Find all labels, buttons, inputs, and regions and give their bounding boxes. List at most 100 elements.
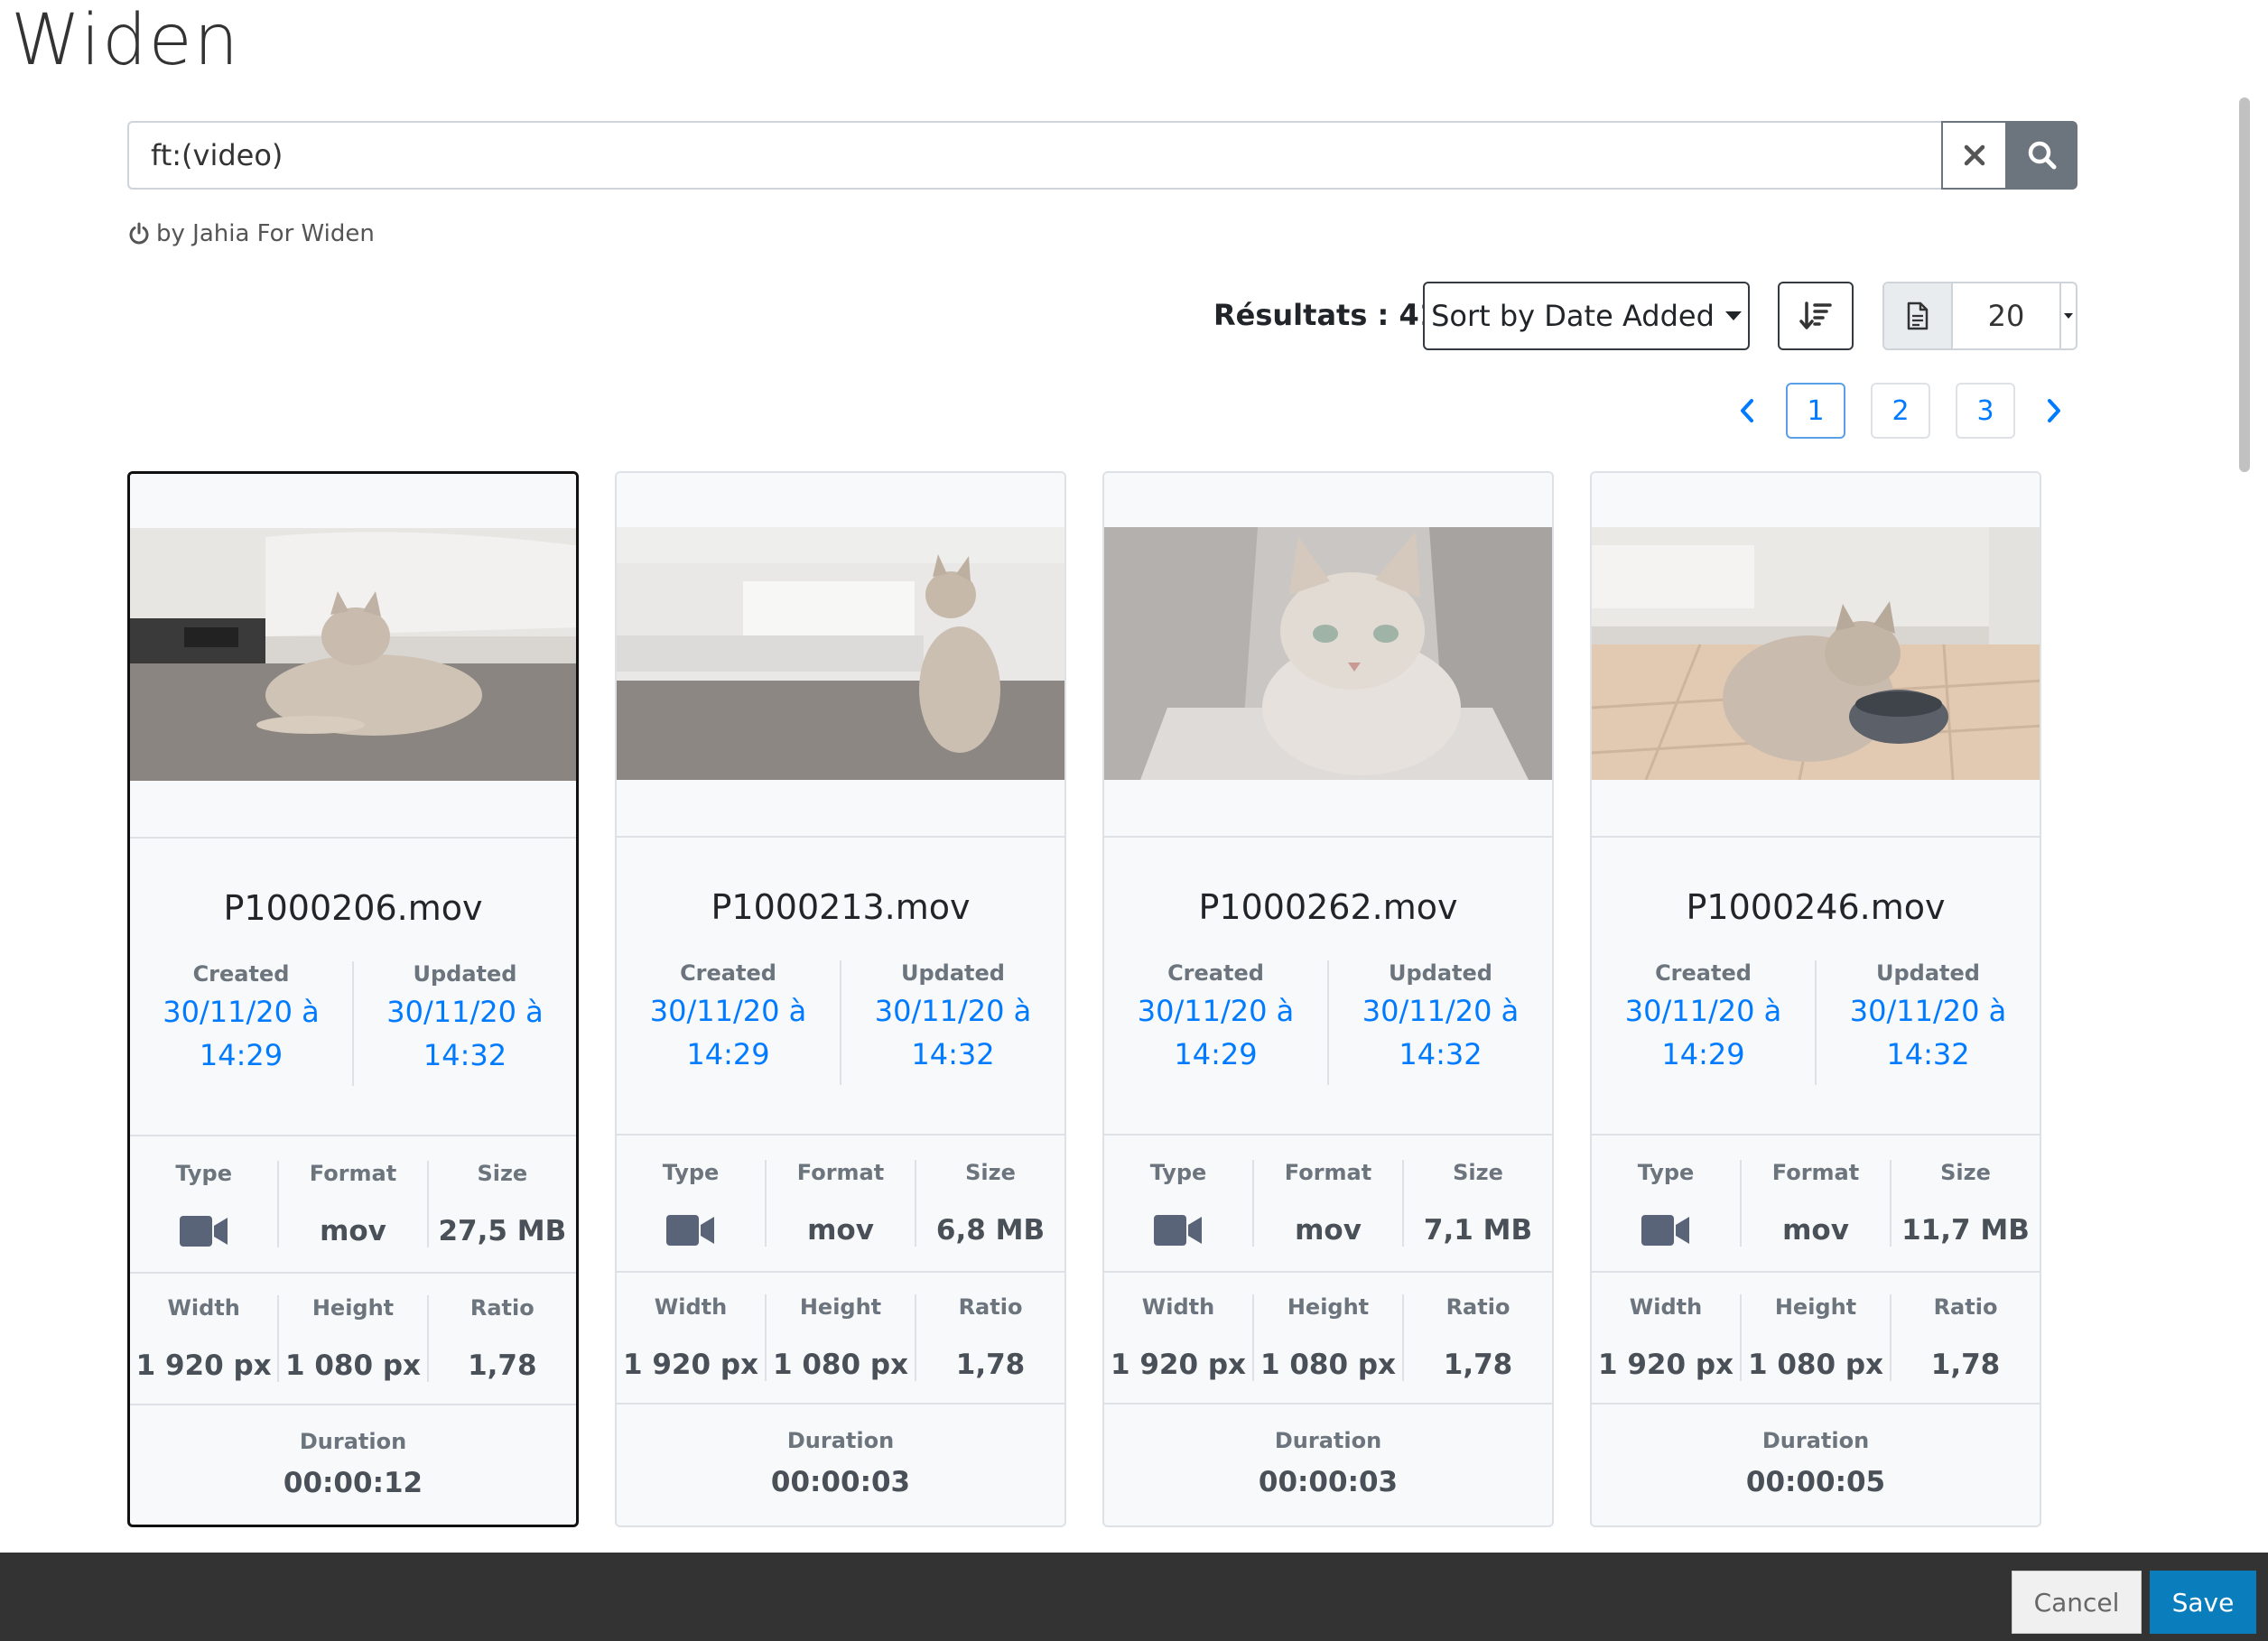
width-col: Width 1 920 px xyxy=(617,1294,765,1381)
format-col: Format mov xyxy=(1252,1160,1402,1247)
search-button[interactable] xyxy=(2007,121,2077,190)
updated-date: 30/11/20 à xyxy=(386,995,544,1029)
duration-section: Duration 00:00:03 xyxy=(1104,1405,1552,1522)
created-value: 30/11/20 à 14:29 xyxy=(617,989,840,1076)
save-button[interactable]: Save xyxy=(2150,1571,2256,1634)
asset-card-3[interactable]: P1000262.mov Created 30/11/20 à 14:29 Up… xyxy=(1102,471,1554,1527)
height-col: Height 1 080 px xyxy=(1740,1294,1890,1381)
power-icon xyxy=(129,222,149,245)
updated-label: Updated xyxy=(413,961,517,987)
asset-card-2[interactable]: P1000213.mov Created 30/11/20 à 14:29 Up… xyxy=(615,471,1066,1527)
created-date: 30/11/20 à xyxy=(649,994,807,1028)
size-label: Size xyxy=(477,1161,528,1186)
search-icon xyxy=(2028,141,2057,170)
updated-date: 30/11/20 à xyxy=(1849,994,2007,1028)
created-value: 30/11/20 à 14:29 xyxy=(130,990,352,1077)
next-page-button[interactable] xyxy=(2040,383,2068,439)
type-label: Type xyxy=(1149,1160,1207,1185)
file-info-row: Type Format mov Size 11,7 MB xyxy=(1592,1136,2040,1273)
previous-page-button[interactable] xyxy=(1734,383,1761,439)
items-per-page-select[interactable]: 20 xyxy=(1882,282,2077,350)
width-col: Width 1 920 px xyxy=(1104,1294,1252,1381)
per-page-value: 20 xyxy=(1987,299,2025,333)
thumbnail-area xyxy=(1592,473,2040,838)
created-date: 30/11/20 à xyxy=(1137,994,1295,1028)
ratio-col: Ratio 1,78 xyxy=(426,1295,576,1382)
chevron-down-icon xyxy=(2059,283,2076,348)
video-thumbnail xyxy=(1104,527,1552,780)
format-value: mov xyxy=(1295,1214,1362,1247)
ratio-label: Ratio xyxy=(1445,1294,1510,1320)
duration-value: 00:00:12 xyxy=(283,1467,423,1499)
format-col: Format mov xyxy=(1740,1160,1890,1247)
size-value: 11,7 MB xyxy=(1901,1214,2030,1247)
page-3-button[interactable]: 3 xyxy=(1956,383,2015,439)
page-1-button[interactable]: 1 xyxy=(1786,383,1845,439)
dimensions-row: Width 1 920 px Height 1 080 px Ratio 1,7… xyxy=(617,1273,1064,1405)
height-col: Height 1 080 px xyxy=(765,1294,915,1381)
search-bar xyxy=(127,121,2077,190)
height-label: Height xyxy=(311,1295,395,1321)
video-camera-icon xyxy=(1641,1215,1689,1246)
thumbnail-area xyxy=(617,473,1064,838)
updated-label: Updated xyxy=(901,960,1005,986)
dimensions-row: Width 1 920 px Height 1 080 px Ratio 1,7… xyxy=(1104,1273,1552,1405)
updated-value: 30/11/20 à 14:32 xyxy=(841,989,1064,1076)
sort-dropdown[interactable]: Sort by Date Added xyxy=(1423,282,1750,350)
scrollbar-thumb[interactable] xyxy=(2239,97,2250,472)
height-col: Height 1 080 px xyxy=(1252,1294,1402,1381)
cancel-button[interactable]: Cancel xyxy=(2012,1571,2142,1634)
created-col: Created 30/11/20 à 14:29 xyxy=(1104,960,1327,1134)
file-info-row: Type Format mov Size 6,8 MB xyxy=(617,1136,1064,1273)
format-value: mov xyxy=(320,1215,386,1247)
asset-name: P1000262.mov xyxy=(1198,887,1458,927)
search-input[interactable] xyxy=(127,121,1941,190)
width-value: 1 920 px xyxy=(1110,1349,1247,1381)
created-time: 14:29 xyxy=(1174,1037,1258,1071)
asset-grid: P1000206.mov Created 30/11/20 à 14:29 Up… xyxy=(127,471,2041,1527)
duration-value: 00:00:03 xyxy=(770,1466,911,1498)
type-col: Type xyxy=(130,1161,277,1247)
duration-value: 00:00:05 xyxy=(1745,1466,1886,1498)
size-col: Size 11,7 MB xyxy=(1890,1160,2040,1247)
updated-date: 30/11/20 à xyxy=(1362,994,1520,1028)
ratio-label: Ratio xyxy=(469,1295,534,1321)
height-label: Height xyxy=(1774,1294,1857,1320)
duration-section: Duration 00:00:03 xyxy=(617,1405,1064,1522)
type-label: Type xyxy=(175,1161,232,1186)
format-label: Format xyxy=(796,1160,885,1185)
asset-card-4[interactable]: P1000246.mov Created 30/11/20 à 14:29 Up… xyxy=(1590,471,2041,1527)
size-col: Size 7,1 MB xyxy=(1402,1160,1552,1247)
type-col: Type xyxy=(1592,1160,1740,1247)
dates-section: Created 30/11/20 à 14:29 Updated 30/11/2… xyxy=(1104,955,1552,1136)
created-value: 30/11/20 à 14:29 xyxy=(1592,989,1815,1076)
duration-label: Duration xyxy=(786,1428,895,1453)
ratio-value: 1,78 xyxy=(955,1349,1026,1381)
height-value: 1 080 px xyxy=(772,1349,909,1381)
size-label: Size xyxy=(1453,1160,1503,1185)
chevron-left-icon xyxy=(1741,399,1753,422)
duration-label: Duration xyxy=(1274,1428,1382,1453)
format-col: Format mov xyxy=(277,1161,426,1247)
width-value: 1 920 px xyxy=(1597,1349,1734,1381)
ratio-col: Ratio 1,78 xyxy=(915,1294,1064,1381)
dates-section: Created 30/11/20 à 14:29 Updated 30/11/2… xyxy=(130,956,576,1136)
asset-card-1[interactable]: P1000206.mov Created 30/11/20 à 14:29 Up… xyxy=(127,471,579,1527)
file-info-row: Type Format mov Size 7,1 MB xyxy=(1104,1136,1552,1273)
updated-label: Updated xyxy=(1389,960,1492,986)
height-label: Height xyxy=(799,1294,882,1320)
type-label: Type xyxy=(1637,1160,1695,1185)
asset-name: P1000246.mov xyxy=(1686,887,1946,927)
updated-time: 14:32 xyxy=(1886,1037,1970,1071)
clear-search-button[interactable] xyxy=(1941,121,2007,190)
page-scrollbar[interactable] xyxy=(2232,90,2268,1534)
size-value: 7,1 MB xyxy=(1423,1214,1533,1247)
document-icon xyxy=(1884,283,1953,348)
ratio-value: 1,78 xyxy=(1930,1349,2001,1381)
sort-order-button[interactable] xyxy=(1778,282,1854,350)
width-col: Width 1 920 px xyxy=(1592,1294,1740,1381)
created-time: 14:29 xyxy=(199,1038,284,1072)
sort-label: Sort by Date Added xyxy=(1431,299,1715,333)
page-2-button[interactable]: 2 xyxy=(1871,383,1930,439)
pagination: 1 2 3 xyxy=(1734,383,2068,439)
